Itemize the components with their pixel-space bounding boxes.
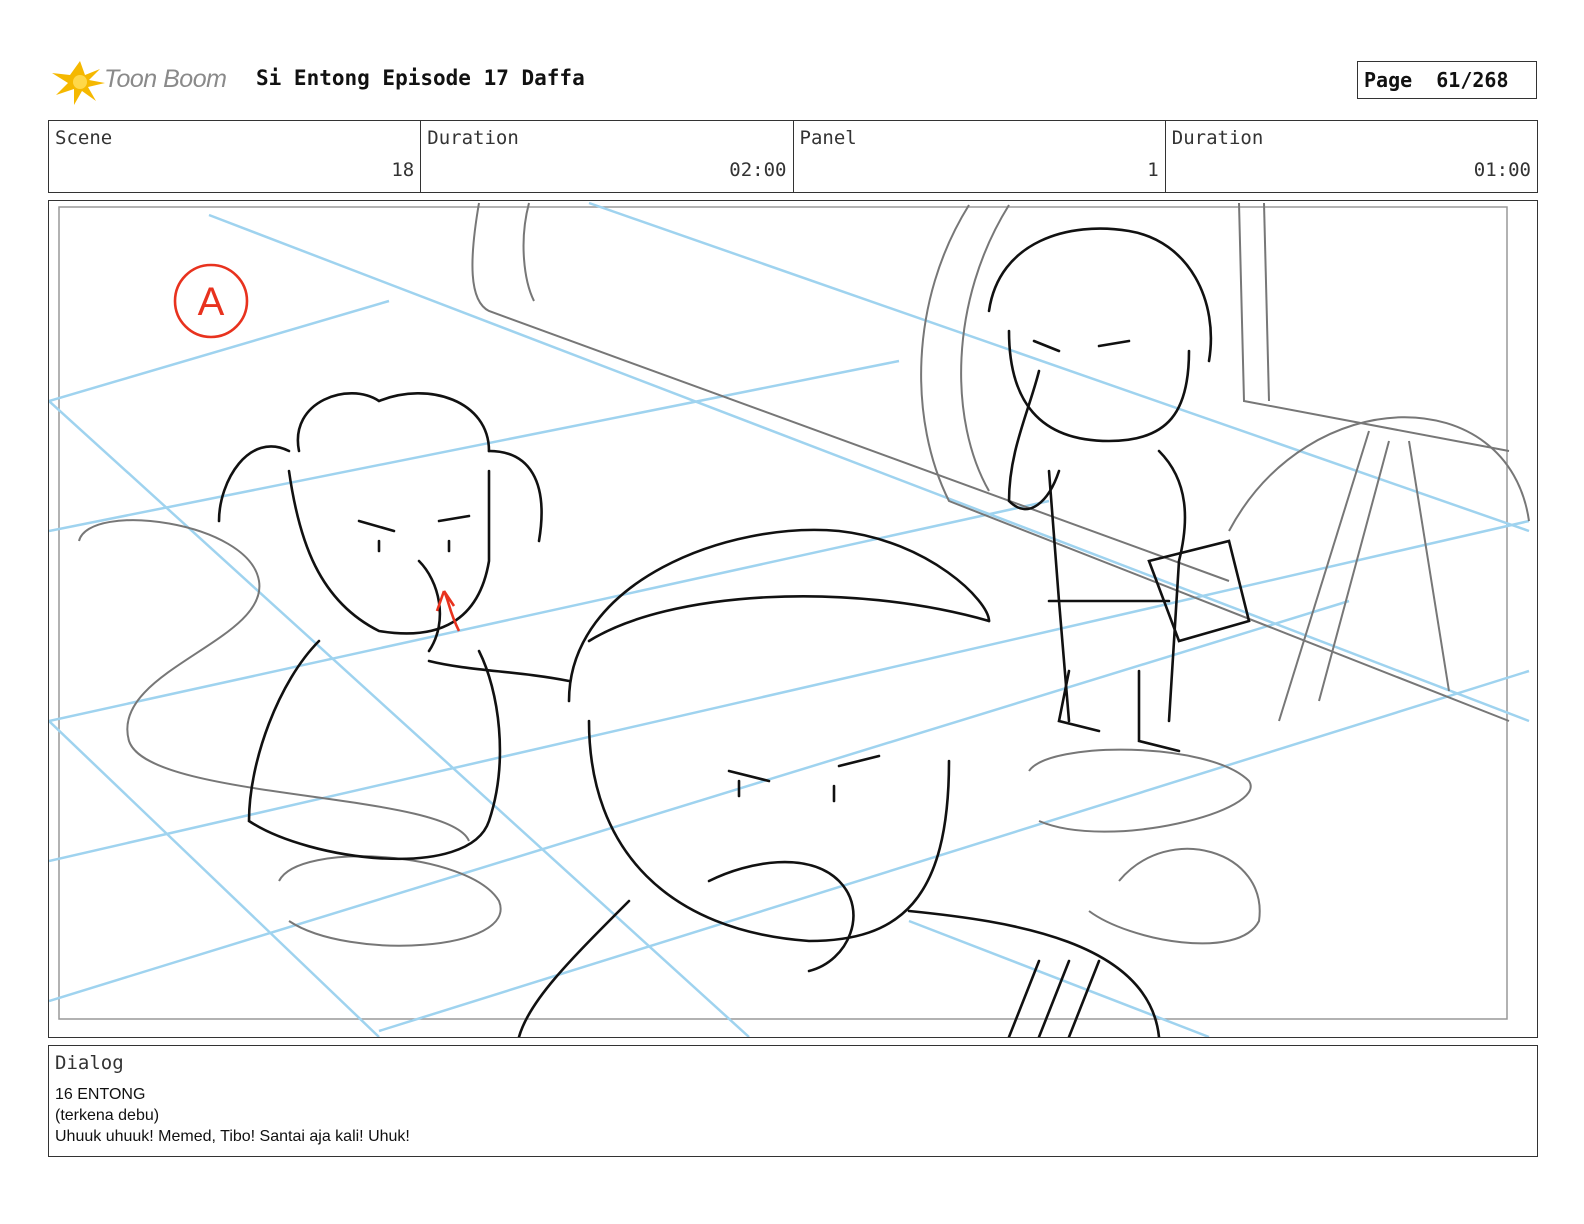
safe-area-frame (58, 206, 1508, 1020)
scene-duration-label: Duration (427, 127, 519, 149)
panel-value: 1 (1147, 159, 1159, 181)
dialog-line: Uhuuk uhuuk! Memed, Tibo! Santai aja kal… (55, 1128, 410, 1145)
scene-label: Scene (55, 127, 113, 149)
panel-duration-cell: Duration 01:00 (1166, 121, 1537, 192)
logo-text: Toon Boom (104, 65, 227, 93)
background-sketch (78, 202, 1530, 947)
page-value: 61/268 (1436, 68, 1509, 92)
panel-sketch: A (49, 201, 1530, 1037)
page-indicator: Page 61/268 (1357, 61, 1537, 99)
document-title: Si Entong Episode 17 Daffa (256, 66, 585, 90)
panel-duration-label: Duration (1171, 127, 1264, 149)
scene-info-bar: Scene 18 Duration 02:00 Panel 1 Duration… (48, 120, 1538, 193)
scene-duration-value: 02:00 (729, 159, 787, 181)
panel-duration-value: 01:00 (1473, 159, 1531, 181)
annotation-letter: A (198, 280, 225, 324)
star-burst-icon (52, 61, 105, 105)
scene-value: 18 (391, 159, 415, 181)
panel-cell: Panel 1 (794, 121, 1166, 192)
dialog-box: Dialog 16 ENTONG (terkena debu) Uhuuk uh… (48, 1045, 1538, 1157)
panel-label: Panel (799, 127, 857, 149)
storyboard-panel: A (48, 200, 1538, 1038)
page-label: Page (1364, 68, 1413, 92)
dialog-line: (terkena debu) (55, 1107, 160, 1124)
perspective-guides (49, 201, 1530, 1037)
toon-boom-logo: Toon Boom (50, 55, 240, 107)
dialog-label: Dialog (55, 1052, 124, 1074)
dialog-lines: 16 ENTONG (terkena debu) Uhuuk uhuuk! Me… (55, 1084, 410, 1147)
scene-cell: Scene 18 (49, 121, 422, 192)
dialog-line: 16 ENTONG (55, 1086, 146, 1103)
scene-duration-cell: Duration 02:00 (421, 121, 794, 192)
